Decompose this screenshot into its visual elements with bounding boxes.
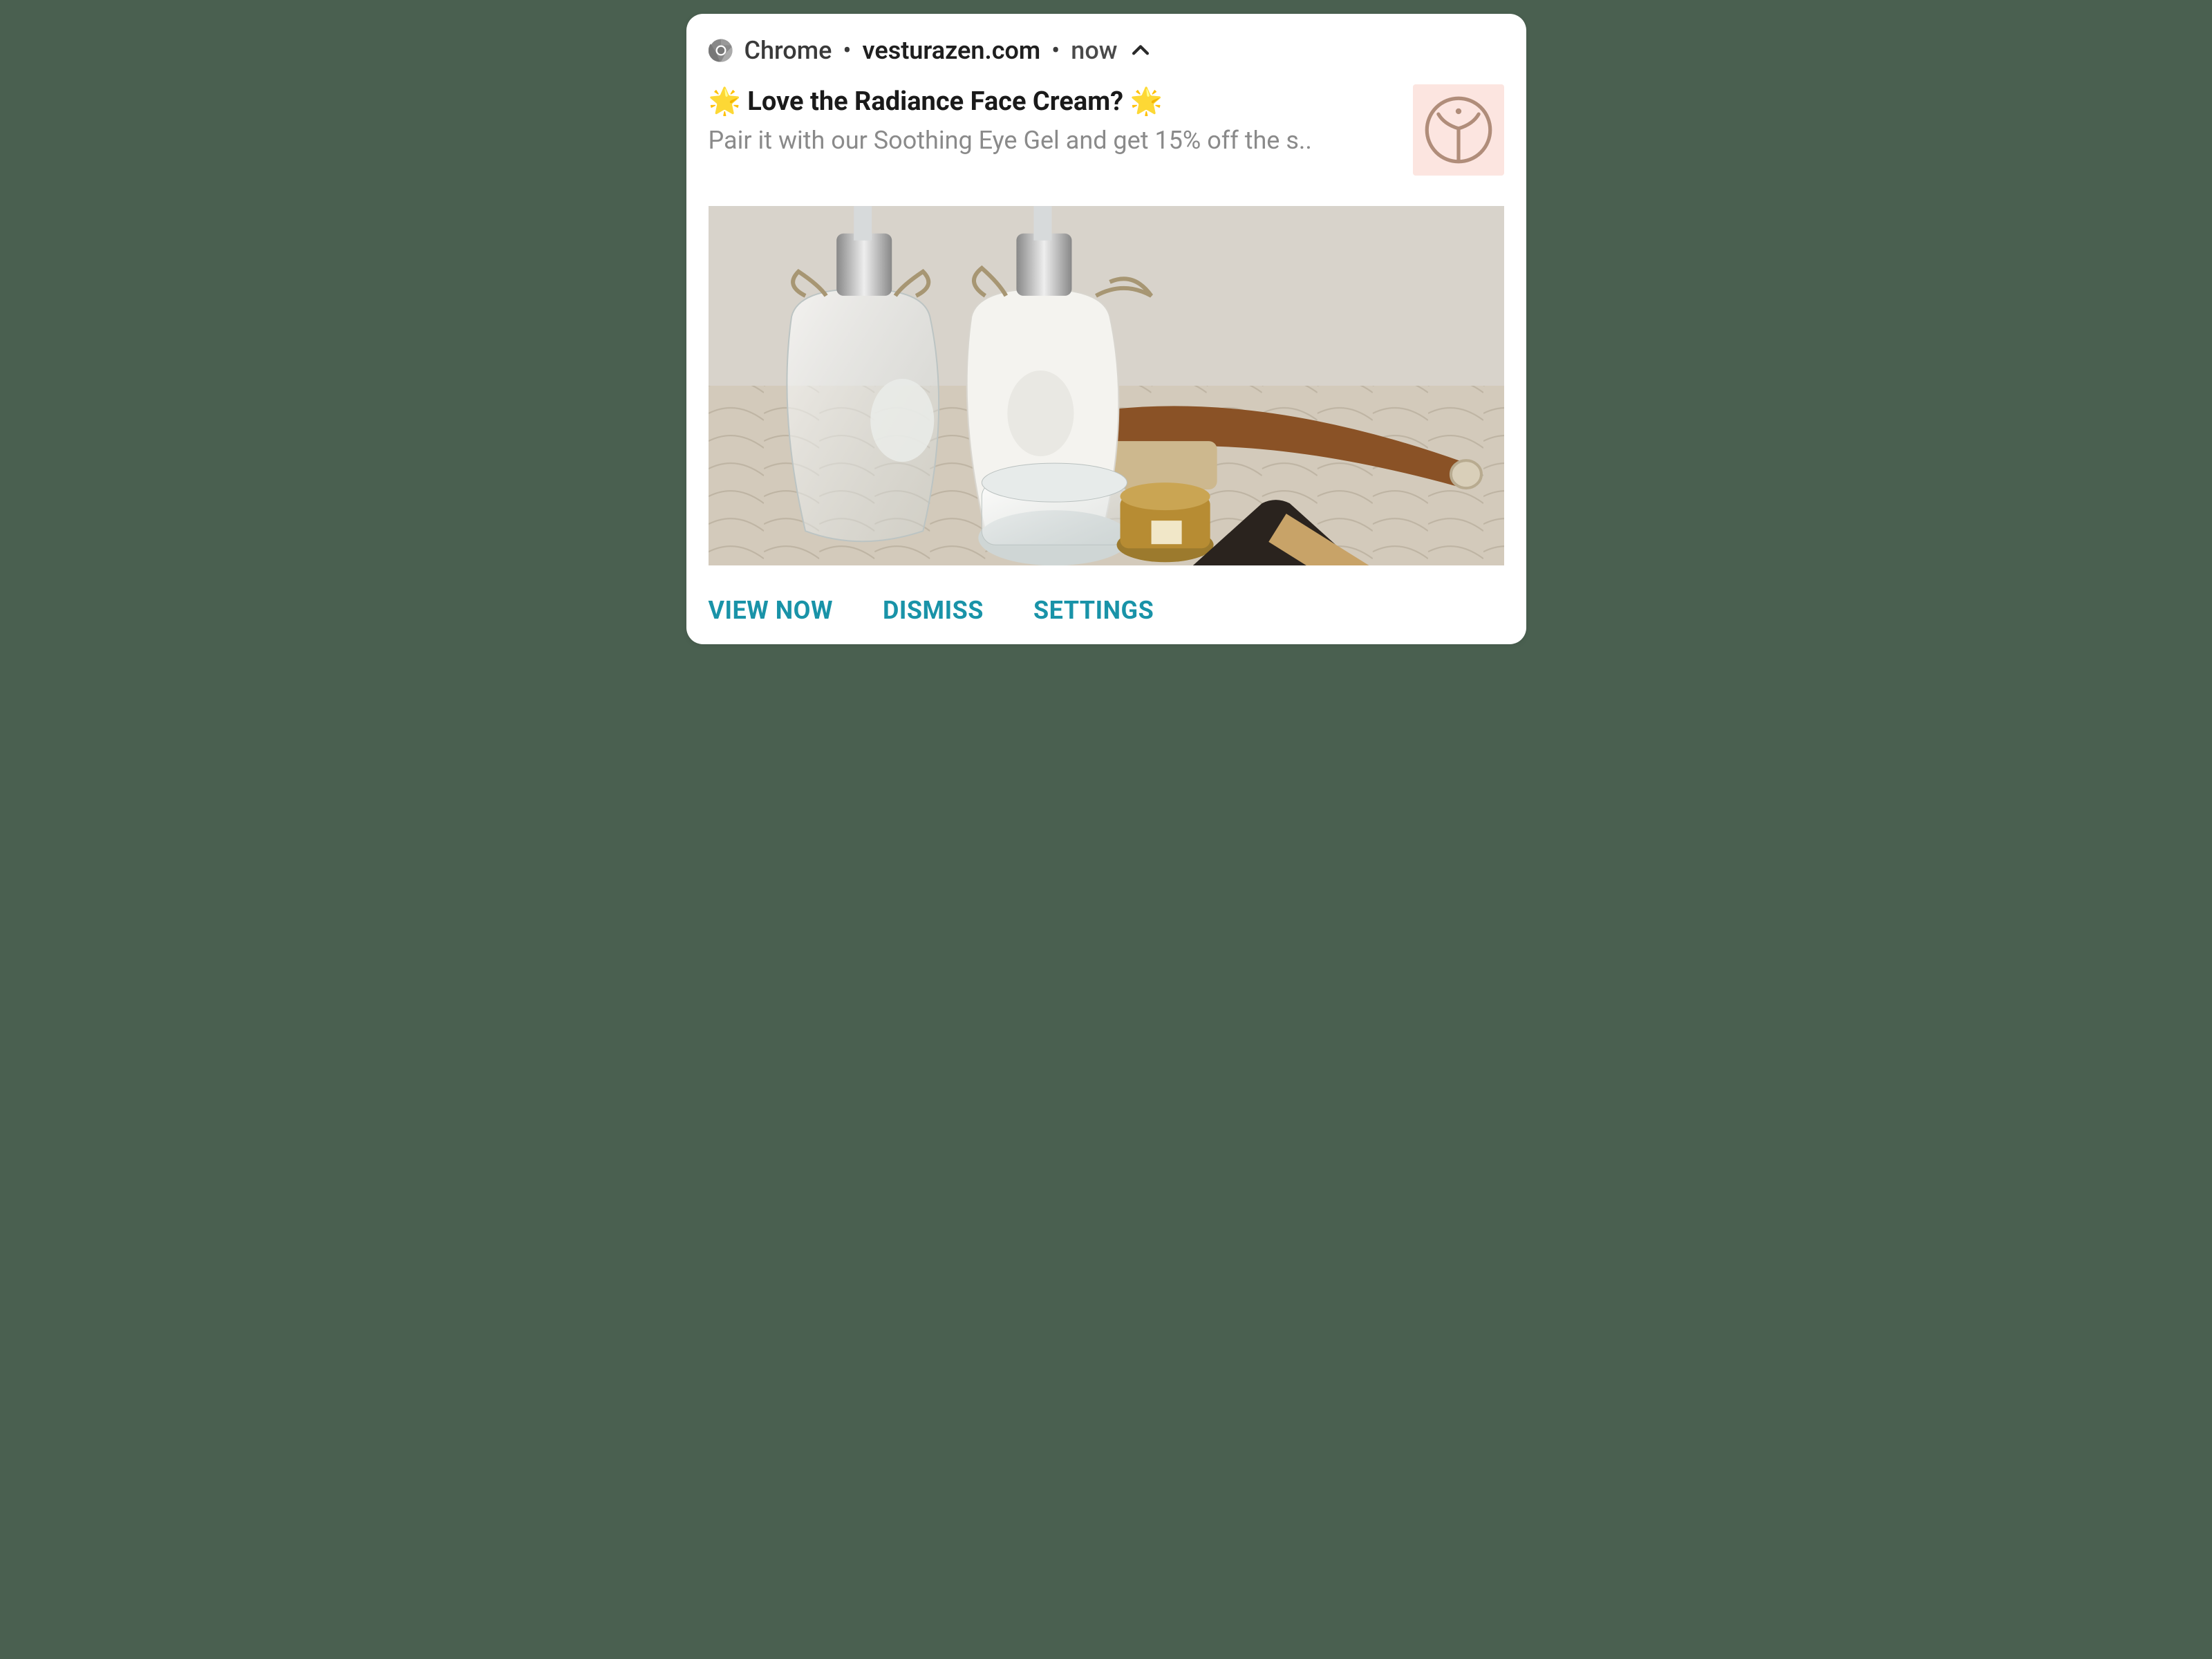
brand-logo-icon [1413,84,1504,176]
dismiss-button[interactable]: DISMISS [883,596,984,625]
separator-dot: • [843,36,851,65]
notification-title: 🌟 Love the Radiance Face Cream? 🌟 [709,84,1396,120]
notification-time: now [1071,36,1117,65]
settings-button[interactable]: SETTINGS [1033,596,1154,625]
chrome-icon [709,38,733,63]
chevron-up-icon[interactable] [1128,38,1153,63]
notification-actions: VIEW NOW DISMISS SETTINGS [686,577,1526,644]
notification-hero-image [709,206,1504,565]
notification-content: 🌟 Love the Radiance Face Cream? 🌟 Pair i… [686,73,1526,181]
notification-body: Pair it with our Soothing Eye Gel and ge… [709,124,1396,158]
separator-dot: • [1051,36,1060,65]
notification-text-block: 🌟 Love the Radiance Face Cream? 🌟 Pair i… [709,84,1396,158]
view-now-button[interactable]: VIEW NOW [709,596,833,625]
app-name: Chrome [744,36,832,65]
notification-header: Chrome • vesturazen.com • now [686,14,1526,73]
notification-card: Chrome • vesturazen.com • now 🌟 Love the… [686,14,1526,644]
notification-domain: vesturazen.com [863,36,1041,65]
